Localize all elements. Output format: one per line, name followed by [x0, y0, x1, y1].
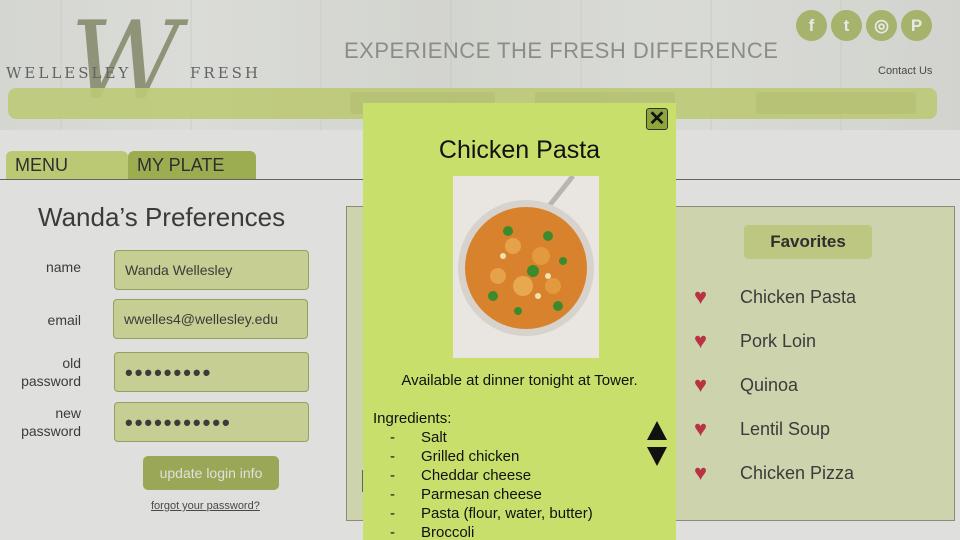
ingredient-name: Broccoli [421, 524, 475, 540]
ingredient-dash: - [390, 505, 395, 522]
ingredient-item: - Salt [390, 429, 447, 446]
heart-icon[interactable]: ♥ [694, 374, 714, 396]
email-label: email [47, 312, 81, 328]
ingredient-dash: - [390, 524, 395, 540]
ingredient-item: - Parmesan cheese [390, 486, 542, 503]
twitter-icon[interactable]: t [831, 10, 862, 41]
scroll-up-arrow-icon[interactable] [647, 421, 667, 440]
logo-text-wellesley: WELLESLEY [6, 64, 132, 82]
ingredients-label: Ingredients: [373, 410, 452, 427]
new-password-label-line2: password [21, 423, 81, 439]
favorite-item[interactable]: ♥ Quinoa [694, 372, 934, 398]
pinterest-icon[interactable]: P [901, 10, 932, 41]
ingredient-item: - Pasta (flour, water, butter) [390, 505, 593, 522]
favorite-item[interactable]: ♥ Chicken Pasta [694, 284, 934, 310]
instagram-icon[interactable]: ◎ [866, 10, 897, 41]
tab-my-plate[interactable]: MY PLATE [128, 151, 256, 179]
favorites-heading: Favorites [744, 225, 872, 259]
name-label: name [45, 259, 81, 275]
ingredient-dash: - [390, 429, 395, 446]
ingredient-name: Salt [421, 429, 447, 446]
nav-segment[interactable] [756, 92, 916, 114]
favorite-item[interactable]: ♥ Pork Loin [694, 328, 934, 354]
old-password-label: old password [0, 354, 81, 390]
ingredient-item: - Grilled chicken [390, 448, 519, 465]
heart-icon[interactable]: ♥ [694, 462, 714, 484]
ingredient-dash: - [390, 467, 395, 484]
scroll-down-arrow-icon[interactable] [647, 447, 667, 466]
ingredient-item: - Cheddar cheese [390, 467, 531, 484]
update-login-button[interactable]: update login info [143, 456, 279, 490]
new-password-label-line1: new [55, 405, 81, 421]
favorite-item-name[interactable]: Chicken Pizza [740, 463, 854, 484]
ingredient-item: - Broccoli [390, 524, 474, 540]
ingredient-name: Pasta (flour, water, butter) [421, 505, 593, 522]
favorite-item-name[interactable]: Lentil Soup [740, 419, 830, 440]
tab-menu[interactable]: MENU [6, 151, 128, 179]
site-tagline: EXPERIENCE THE FRESH DIFFERENCE [344, 38, 779, 63]
heart-icon[interactable]: ♥ [694, 418, 714, 440]
ingredient-name: Grilled chicken [421, 448, 520, 465]
availability-text: Available at dinner tonight at Tower. [401, 372, 638, 389]
dish-photo-illustration [453, 176, 599, 358]
facebook-icon[interactable]: f [796, 10, 827, 41]
favorite-item[interactable]: ♥ Chicken Pizza [694, 460, 934, 486]
old-password-field[interactable]: ••••••••• [114, 352, 309, 392]
favorite-item-name[interactable]: Pork Loin [740, 331, 816, 352]
forgot-password-link[interactable]: forgot your password? [151, 500, 260, 512]
heart-icon[interactable]: ♥ [694, 286, 714, 308]
dish-photo [453, 176, 599, 358]
dish-title: Chicken Pasta [438, 136, 601, 164]
close-icon[interactable]: ✕ [646, 108, 668, 130]
new-password-label: new password [0, 404, 81, 440]
ingredient-name: Cheddar cheese [421, 467, 532, 484]
contact-us-link[interactable]: Contact Us [878, 65, 932, 77]
favorite-item-name[interactable]: Chicken Pasta [740, 287, 856, 308]
old-password-label-line1: old [62, 355, 81, 371]
heart-icon[interactable]: ♥ [694, 330, 714, 352]
ingredient-dash: - [390, 486, 395, 503]
social-links: f t ◎ P [796, 10, 932, 41]
logo-text-fresh: FRESH [190, 64, 262, 82]
ingredient-name: Parmesan cheese [421, 486, 542, 503]
favorite-item[interactable]: ♥ Lentil Soup [694, 416, 934, 442]
ingredient-dash: - [390, 448, 395, 465]
email-field[interactable]: wwelles4@wellesley.edu [113, 299, 308, 339]
name-field[interactable]: Wanda Wellesley [114, 250, 309, 290]
preferences-title: Wanda’s Preferences [38, 202, 286, 232]
favorite-item-name[interactable]: Quinoa [740, 375, 798, 396]
old-password-label-line2: password [21, 373, 81, 389]
new-password-field[interactable]: ••••••••••• [114, 402, 309, 442]
